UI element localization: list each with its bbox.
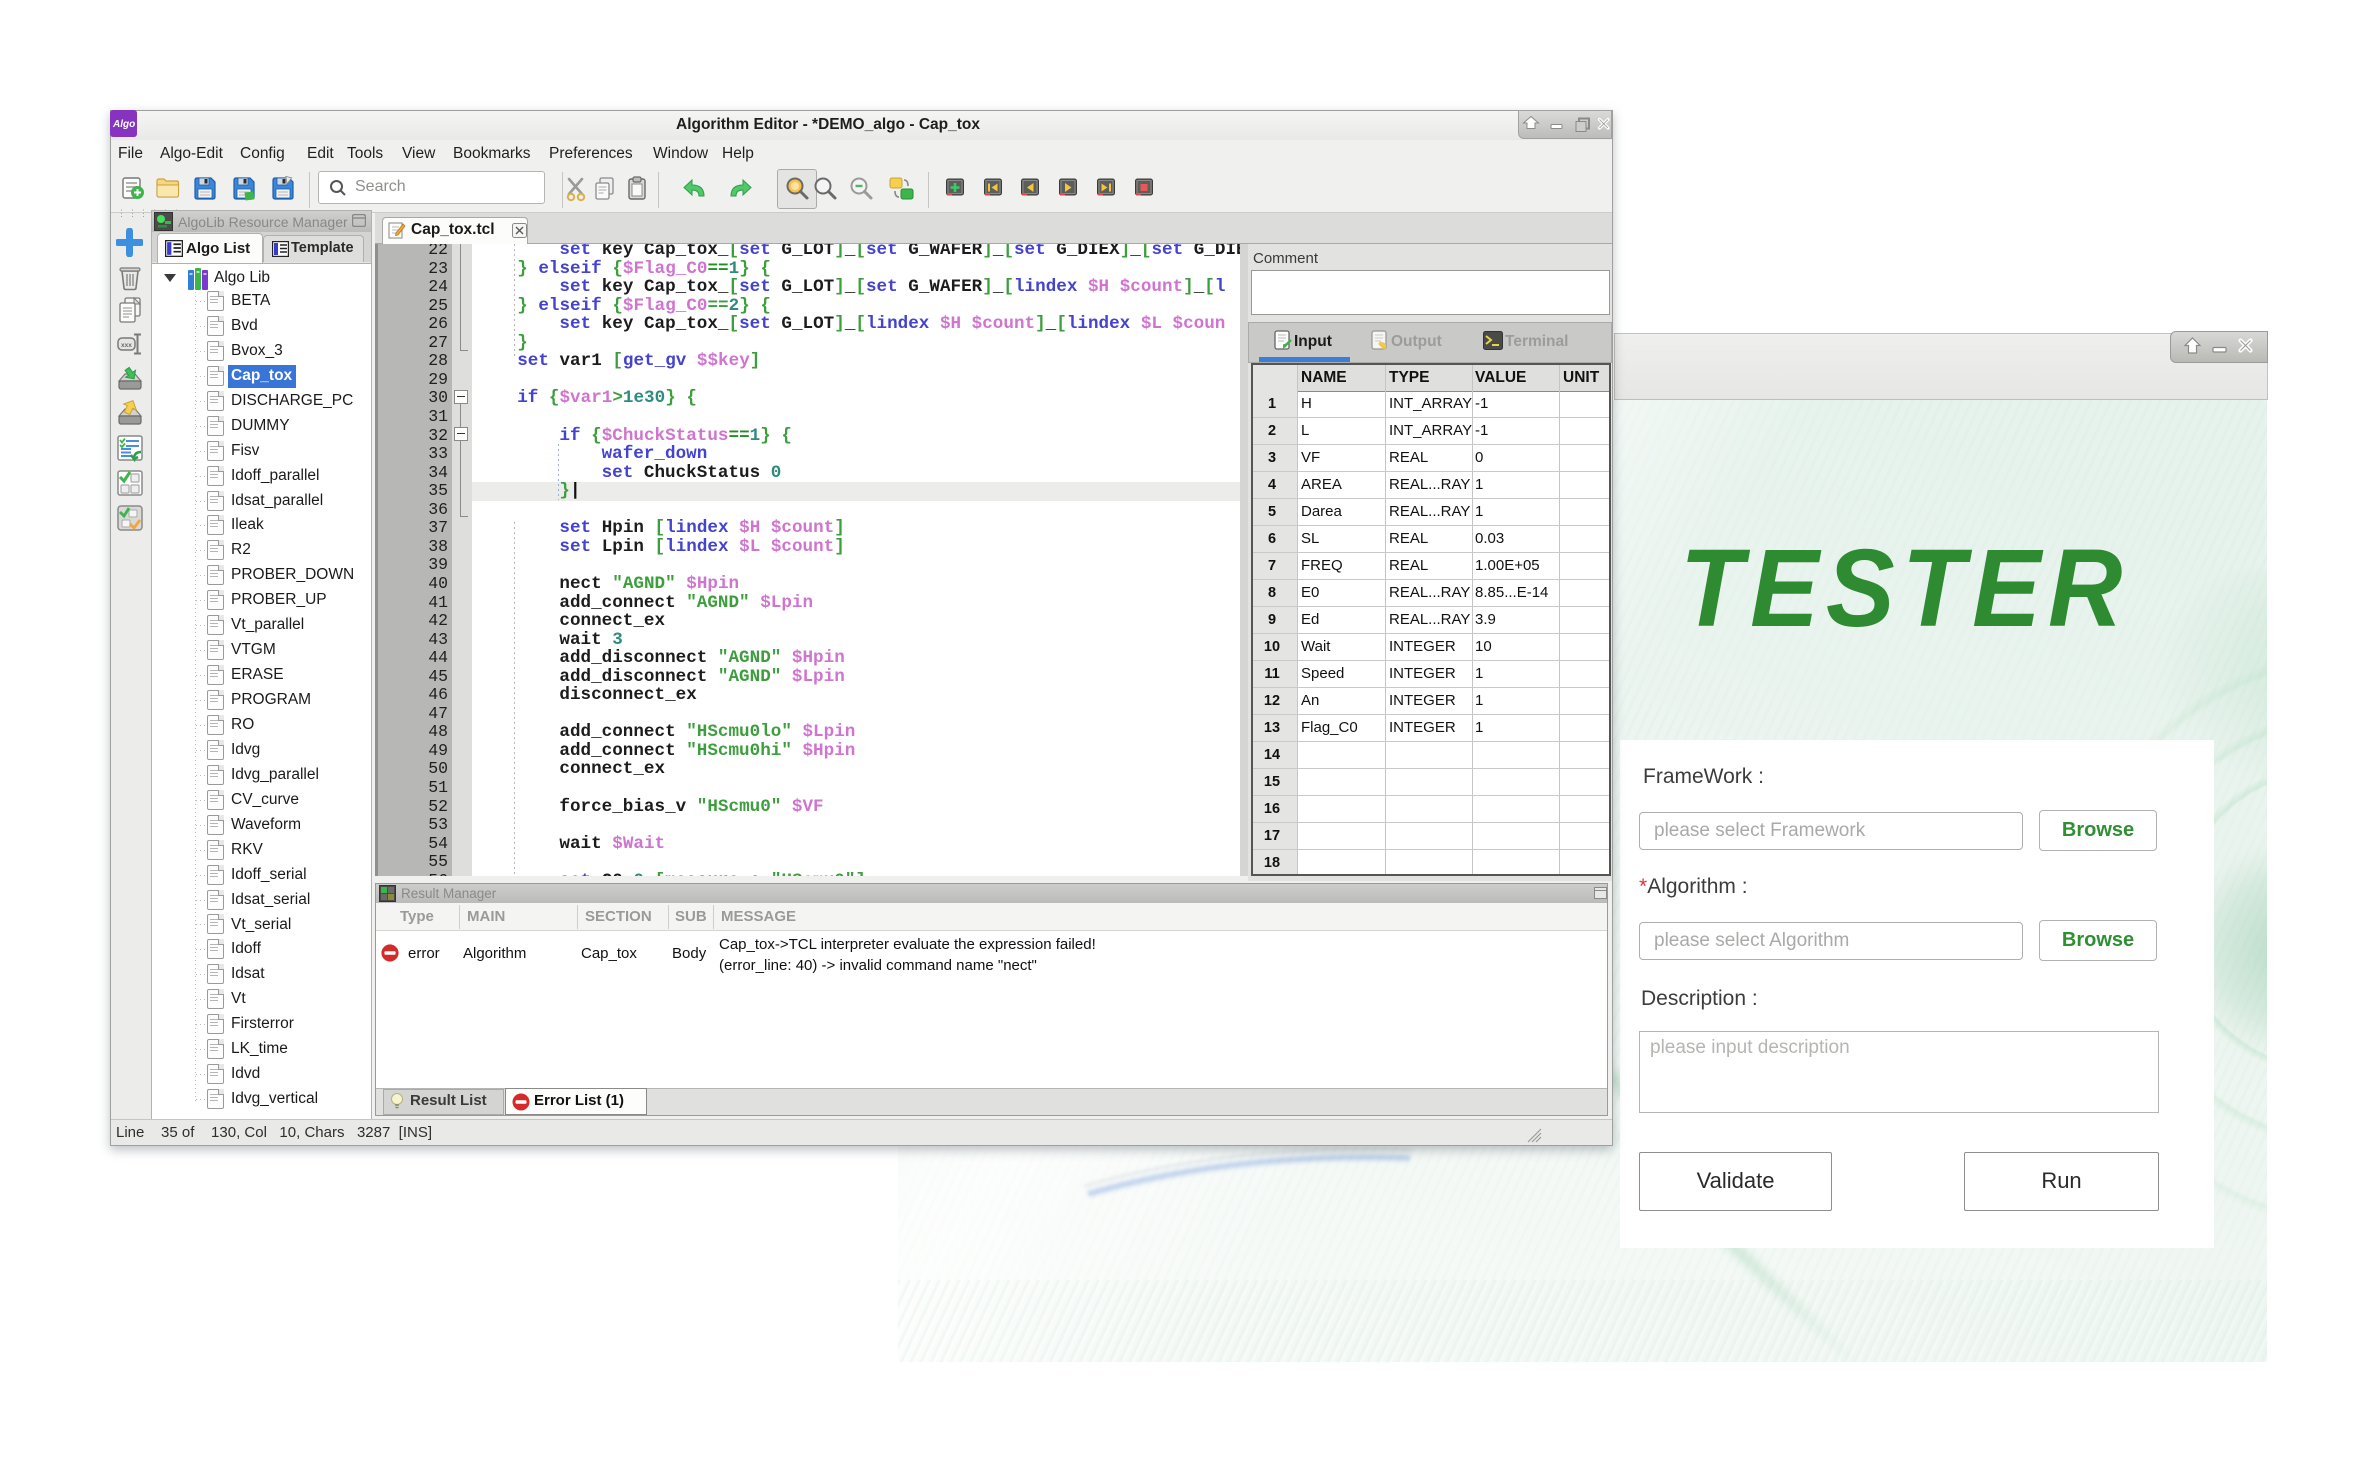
svg-text:xxx: xxx [121, 342, 132, 349]
